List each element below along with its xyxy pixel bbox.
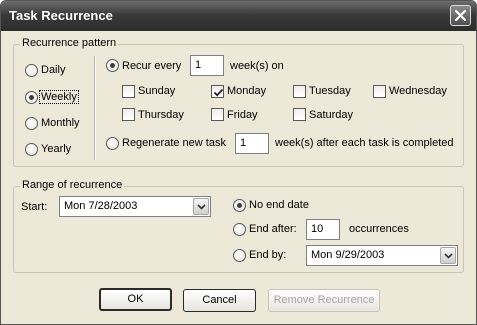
checkmark-icon [213,88,224,97]
chevron-down-icon [444,253,453,259]
saturday-label[interactable]: Saturday [309,109,353,121]
daily-radio[interactable] [25,64,38,77]
regenerate-input[interactable]: 1 [235,133,269,154]
title-bar: Task Recurrence [1,1,476,31]
range-of-recurrence-legend: Range of recurrence [20,179,125,191]
recurrence-pattern-legend: Recurrence pattern [20,37,119,49]
daily-label[interactable]: Daily [41,64,65,76]
start-date-dropdown-button[interactable] [193,198,209,215]
recur-every-input[interactable]: 1 [190,55,224,76]
wednesday-label[interactable]: Wednesday [389,85,447,97]
wednesday-checkbox[interactable] [373,85,386,98]
yearly-label[interactable]: Yearly [41,143,71,155]
close-button[interactable] [450,5,471,26]
weekly-label[interactable]: Weekly [39,90,79,104]
end-by-label[interactable]: End by: [249,249,286,261]
no-end-date-label[interactable]: No end date [249,199,309,211]
regenerate-suffix-label: week(s) after each task is completed [275,137,454,149]
sunday-label[interactable]: Sunday [138,85,175,97]
start-label: Start: [21,201,48,213]
monday-checkbox[interactable] [211,85,224,98]
no-end-date-radio[interactable] [233,199,246,212]
chevron-down-icon [197,204,206,210]
regenerate-radio[interactable] [106,137,119,150]
recur-every-radio[interactable] [106,59,119,72]
weekly-radio[interactable] [25,91,38,104]
tuesday-checkbox[interactable] [293,85,306,98]
monday-label[interactable]: Monday [227,85,266,97]
monthly-label[interactable]: Monthly [41,117,80,129]
sunday-checkbox[interactable] [122,85,135,98]
friday-checkbox[interactable] [211,108,224,121]
tuesday-label[interactable]: Tuesday [309,85,351,97]
end-by-date-combo[interactable]: Mon 9/29/2003 [306,245,458,266]
end-after-label[interactable]: End after: [249,223,297,235]
yearly-radio[interactable] [25,143,38,156]
monthly-radio[interactable] [25,117,38,130]
start-date-value: Mon 7/28/2003 [64,200,138,212]
ok-button[interactable]: OK [99,288,172,311]
end-by-date-value: Mon 9/29/2003 [311,249,385,261]
end-after-radio[interactable] [233,223,246,236]
dialog-title: Task Recurrence [9,8,113,23]
thursday-checkbox[interactable] [122,108,135,121]
end-by-dropdown-button[interactable] [440,247,456,264]
friday-label[interactable]: Friday [227,109,258,121]
weeks-on-label: week(s) on [230,60,284,72]
thursday-label[interactable]: Thursday [138,109,184,121]
occurrences-label: occurrences [349,223,409,235]
start-date-combo[interactable]: Mon 7/28/2003 [59,196,211,217]
close-icon [454,9,467,22]
remove-recurrence-button[interactable]: Remove Recurrence [268,289,380,312]
regenerate-label[interactable]: Regenerate new task [122,137,226,149]
recur-every-label[interactable]: Recur every [122,60,181,72]
saturday-checkbox[interactable] [293,108,306,121]
end-by-radio[interactable] [233,249,246,262]
cancel-button[interactable]: Cancel [183,289,256,312]
task-recurrence-dialog: Task Recurrence Recurrence pattern Daily… [0,0,477,325]
pattern-separator [94,56,96,160]
end-after-input[interactable]: 10 [306,219,340,240]
